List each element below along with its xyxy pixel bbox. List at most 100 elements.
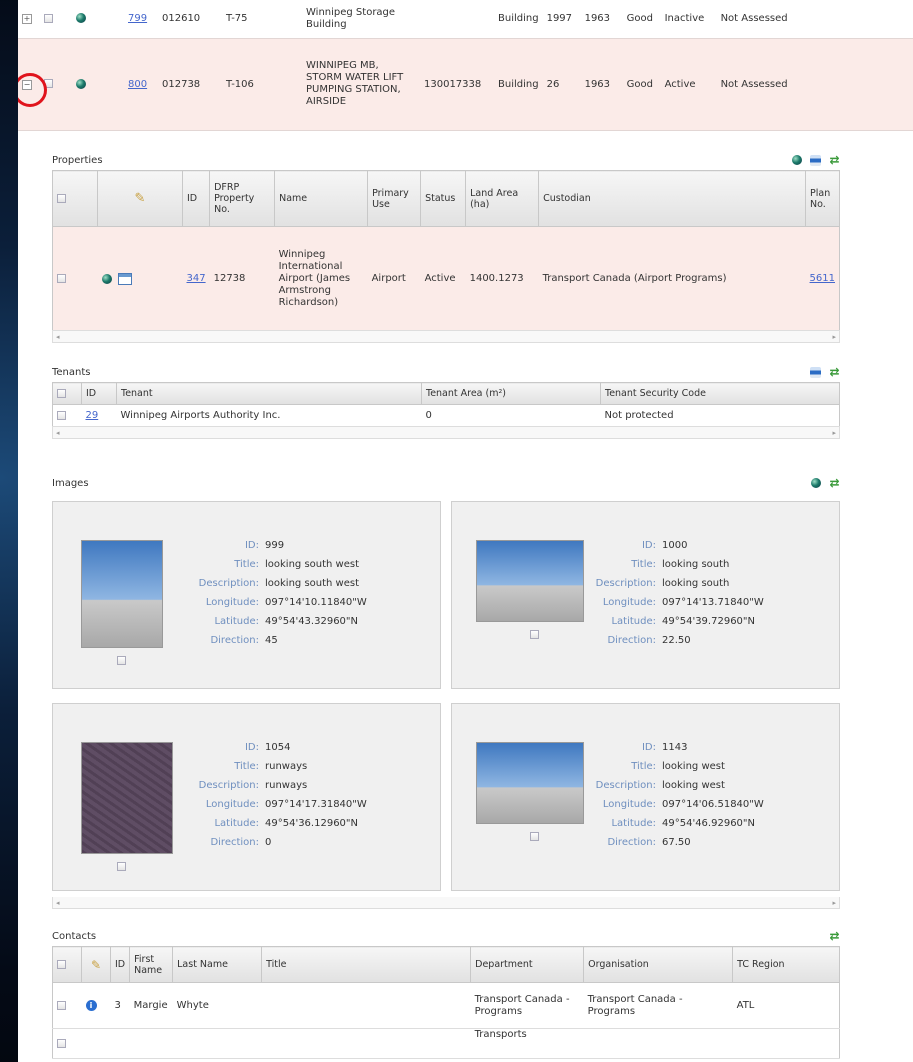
building-number: 012610: [158, 0, 222, 39]
table-row: 29 Winnipeg Airports Authority Inc. 0 No…: [52, 404, 840, 427]
building-type: Building: [494, 38, 543, 131]
tenant-security-code: Not protected: [600, 404, 840, 427]
building-code: T-75: [222, 0, 302, 39]
select-all-checkbox[interactable]: [57, 389, 66, 398]
col-plan[interactable]: Plan No.: [805, 170, 840, 227]
col-dfrp[interactable]: DFRP Property No.: [209, 170, 276, 227]
contacts-table: ✎ ID First Name Last Name Title Departme…: [52, 946, 840, 1059]
col-area[interactable]: Tenant Area (m²): [421, 382, 601, 405]
image-direction: 67.50: [662, 837, 691, 848]
image-title: looking south: [662, 559, 730, 570]
section-title: Images: [52, 477, 89, 489]
image-longitude: 097°14'06.51840"W: [662, 799, 764, 810]
col-custodian[interactable]: Custodian: [538, 170, 807, 227]
building-id-link[interactable]: 800: [128, 79, 147, 90]
col-id[interactable]: ID: [181, 170, 211, 227]
image-description: looking west: [662, 780, 725, 791]
property-name: Winnipeg International Airport (James Ar…: [274, 226, 368, 331]
property-status: Active: [420, 226, 466, 331]
building-status: Active: [660, 38, 717, 131]
col-last-name[interactable]: Last Name: [172, 946, 263, 983]
image-id: 1000: [662, 540, 688, 551]
col-organisation[interactable]: Organisation: [583, 946, 734, 983]
image-id: 999: [265, 540, 285, 551]
printer-icon[interactable]: [810, 366, 821, 378]
col-region[interactable]: TC Region: [732, 946, 840, 983]
tenant-name: Winnipeg Airports Authority Inc.: [116, 404, 422, 427]
image-checkbox[interactable]: [117, 656, 126, 665]
horizontal-scrollbar[interactable]: ◂ ▸: [52, 897, 840, 909]
building-assessment: Not Assessed: [716, 0, 913, 39]
section-title: Properties: [52, 154, 103, 166]
refresh-icon[interactable]: ⇄: [829, 154, 840, 166]
image-description: looking south west: [265, 578, 360, 589]
section-title: Contacts: [52, 930, 97, 942]
table-row: Transports: [52, 1028, 840, 1059]
col-title[interactable]: Title: [261, 946, 472, 983]
tenants-table: ID Tenant Tenant Area (m²) Tenant Securi…: [52, 382, 840, 427]
property-plan-link[interactable]: 5611: [810, 273, 835, 284]
tenant-id-link[interactable]: 29: [86, 410, 99, 421]
building-code: T-106: [222, 38, 302, 131]
col-name[interactable]: Name: [274, 170, 369, 227]
image-card: ID: 1054 Title: runways Description: runway…: [52, 703, 441, 891]
col-tenant[interactable]: Tenant: [116, 382, 422, 405]
contact-first-name: Margie: [129, 982, 173, 1029]
row-checkbox[interactable]: [44, 13, 53, 23]
image-title: looking west: [662, 761, 725, 772]
wrench-icon: ✎: [90, 957, 102, 972]
row-checkbox[interactable]: [57, 1038, 66, 1048]
refresh-icon[interactable]: ⇄: [829, 366, 840, 378]
image-id: 1143: [662, 742, 688, 753]
image-title: runways: [265, 761, 308, 772]
contact-region: ATL: [732, 982, 840, 1029]
horizontal-scrollbar[interactable]: ◂ ▸: [52, 427, 840, 439]
property-id-link[interactable]: 347: [187, 273, 206, 284]
image-checkbox[interactable]: [530, 832, 539, 841]
globe-icon[interactable]: [76, 78, 86, 89]
refresh-icon[interactable]: ⇄: [829, 930, 840, 942]
image-card: ID: 1000 Title: looking south Description:…: [451, 501, 840, 689]
image-latitude: 49°54'39.72960"N: [662, 616, 755, 627]
select-all-checkbox[interactable]: [57, 194, 66, 203]
col-first-name[interactable]: First Name: [129, 946, 174, 983]
contact-department: Transports: [470, 1028, 584, 1059]
col-department[interactable]: Department: [470, 946, 585, 983]
col-status[interactable]: Status: [420, 170, 467, 227]
table-row: 347 12738 Winnipeg International Airport…: [52, 226, 840, 331]
tenant-area: 0: [421, 404, 601, 427]
building-name: WINNIPEG MB, STORM WATER LIFT PUMPING ST…: [302, 38, 420, 131]
building-id-link[interactable]: 799: [128, 13, 147, 24]
row-checkbox[interactable]: [57, 1000, 66, 1010]
col-id[interactable]: ID: [81, 382, 117, 405]
row-checkbox[interactable]: [57, 410, 66, 420]
select-all-checkbox[interactable]: [57, 960, 66, 969]
globe-icon[interactable]: [811, 478, 821, 488]
image-checkbox[interactable]: [117, 862, 126, 871]
image-description: looking south: [662, 578, 730, 589]
row-checkbox[interactable]: [57, 273, 66, 283]
col-security-code[interactable]: Tenant Security Code: [600, 382, 840, 405]
buildings-table: + 799 012610 T-75 Winnipeg Storage Build…: [18, 0, 913, 131]
info-icon[interactable]: i: [85, 1000, 97, 1011]
image-grid: ID: 999 Title: looking south west Descript…: [52, 501, 840, 891]
properties-table: ✎ ID DFRP Property No. Name Primary Use …: [52, 170, 840, 331]
refresh-icon[interactable]: ⇄: [829, 477, 840, 489]
window-icon[interactable]: [117, 272, 132, 285]
property-custodian: Transport Canada (Airport Programs): [538, 226, 806, 331]
images-section: Images ⇄ ID: 999 Title: looking south west…: [52, 473, 840, 909]
col-use[interactable]: Primary Use: [367, 170, 422, 227]
globe-icon[interactable]: [792, 155, 802, 165]
image-id: 1054: [265, 742, 291, 753]
image-checkbox[interactable]: [530, 630, 539, 639]
col-id[interactable]: ID: [109, 946, 131, 983]
printer-icon[interactable]: [810, 154, 821, 166]
expand-icon[interactable]: +: [22, 14, 32, 25]
app-frame: + 799 012610 T-75 Winnipeg Storage Build…: [18, 0, 913, 1062]
horizontal-scrollbar[interactable]: ◂ ▸: [52, 331, 840, 343]
col-area[interactable]: Land Area (ha): [465, 170, 540, 227]
globe-icon[interactable]: [76, 13, 86, 24]
globe-icon[interactable]: [101, 273, 112, 284]
building-year: 1963: [580, 0, 623, 39]
building-value: 1997: [542, 0, 581, 39]
